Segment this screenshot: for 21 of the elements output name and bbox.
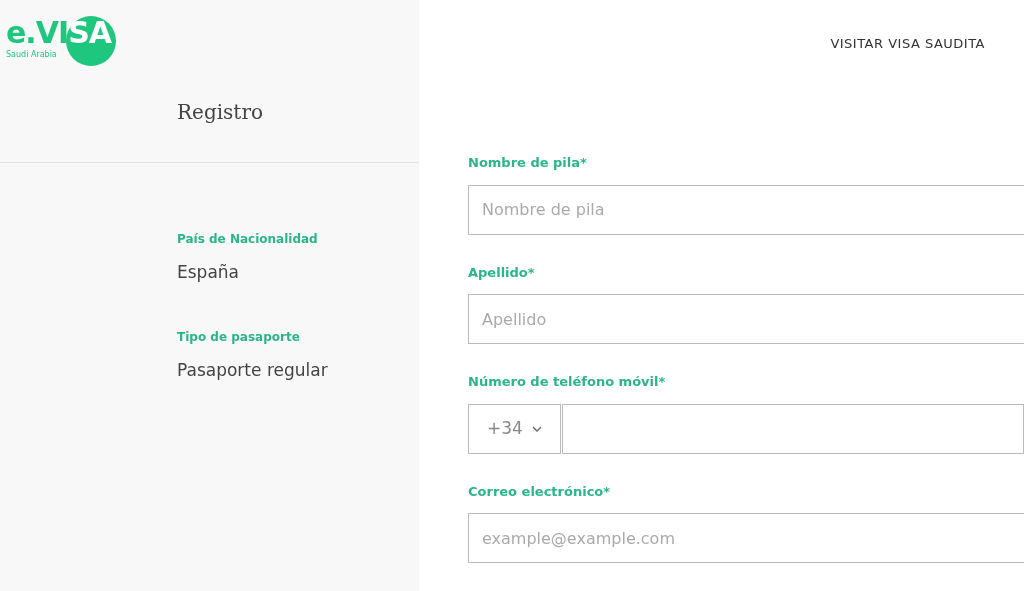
summary-value: Pasaporte regular (177, 358, 329, 382)
field-label: Apellido* (468, 263, 535, 282)
country-code-select[interactable]: +34 (468, 403, 562, 454)
field-label: Correo electrónico* (468, 482, 611, 501)
country-code: +34 (487, 416, 523, 440)
logo-text: e.VI (6, 16, 69, 50)
logo-text: SA (68, 16, 111, 50)
field-label: Número de teléfono móvil* (468, 373, 666, 391)
sidebar-title: Registro (177, 99, 263, 126)
chevron-down-icon (532, 425, 543, 432)
text-input[interactable]: Apellido (468, 294, 1024, 344)
field-label: Nombre de pila* (468, 154, 587, 172)
phone-input[interactable] (562, 403, 1024, 454)
text-input[interactable]: Nombre de pila (468, 184, 1024, 235)
text-input[interactable]: example@example.com (468, 513, 1024, 563)
logo[interactable]: e.VISA Saudi Arabia (6, 16, 116, 66)
summary-label: Tipo de pasaporte (177, 328, 301, 346)
logo-subtitle: Saudi Arabia (6, 50, 58, 59)
visit-link[interactable]: VISITAR VISA SAUDITA (830, 34, 985, 54)
summary-label: País de Nacionalidad (177, 231, 319, 248)
summary-value: España (177, 261, 240, 284)
